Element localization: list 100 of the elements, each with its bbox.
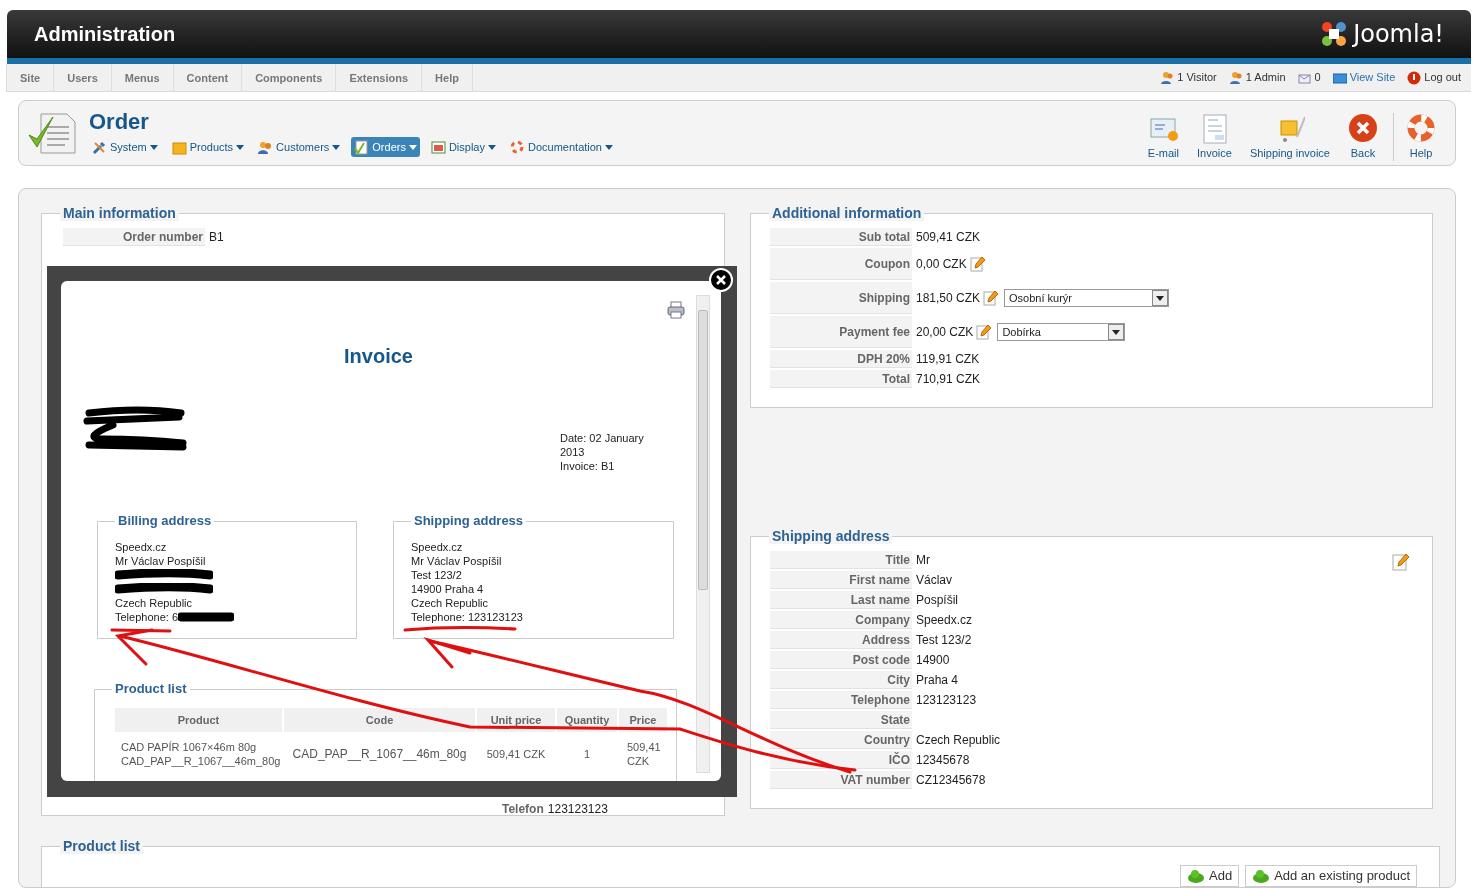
address-line: Telephone: 123123123: [411, 610, 523, 624]
caret-icon: [149, 144, 158, 150]
dropdown[interactable]: Osobní kurýr: [1004, 289, 1170, 307]
fieldset-title: Main information: [60, 205, 179, 221]
field-value: 181,50 CZK: [916, 290, 981, 307]
caret-icon: [488, 144, 496, 150]
invoice-detail: Date: 02 January 2013: [560, 431, 645, 459]
menu-item[interactable]: Content: [172, 64, 243, 92]
column-header: Price: [619, 708, 667, 732]
menu-item[interactable]: Help: [421, 64, 473, 92]
close-icon[interactable]: [716, 275, 726, 285]
field-value: 123123123: [916, 692, 977, 709]
cloud-icon: [1187, 869, 1205, 883]
field-label: Address: [770, 631, 912, 649]
field-value: Test 123/2: [916, 632, 972, 649]
address-line: Speedx.cz: [411, 540, 463, 554]
print-icon[interactable]: [667, 301, 685, 319]
field-value: CZ12345678: [916, 772, 986, 789]
status-text: 0: [1314, 70, 1321, 86]
menu-item[interactable]: Users: [53, 64, 112, 92]
field-label: Post code: [770, 651, 912, 669]
field-label: Payment fee: [770, 316, 912, 348]
lifebuoy-icon: [510, 139, 525, 155]
address-line: 14900 Praha 4: [411, 582, 484, 596]
field-value: 14900: [916, 652, 950, 669]
address-line: Telephone: 6: [115, 610, 178, 624]
submenu-tab[interactable]: Orders: [351, 137, 420, 157]
people-icon: [1228, 70, 1243, 85]
scrollbar[interactable]: [696, 295, 710, 773]
fieldset-title: Shipping address: [411, 513, 527, 529]
fieldset-title: Additional information: [769, 205, 925, 221]
monitor-icon: [1332, 70, 1347, 85]
status-link[interactable]: View Site: [1349, 69, 1396, 86]
status-link[interactable]: Log out: [1424, 69, 1461, 86]
menu-item[interactable]: Extensions: [335, 64, 423, 92]
field-value: 123123123: [547, 801, 608, 818]
submenu-tab[interactable]: Documentation: [507, 137, 616, 157]
address-line: Czech Republic: [115, 596, 193, 610]
menu-item[interactable]: Site: [6, 64, 55, 92]
field-value: 20,00 CZK: [916, 324, 974, 341]
caret-icon: [1152, 290, 1169, 306]
menu-item[interactable]: Components: [241, 64, 337, 92]
page-title: Order: [89, 109, 150, 135]
address-line: Czech Republic: [411, 596, 489, 610]
field-label: Company: [770, 611, 912, 629]
dropdown[interactable]: Dobírka: [997, 323, 1126, 341]
address-line: Test 123/2: [411, 568, 462, 582]
add-button[interactable]: Add an existing product: [1245, 865, 1417, 887]
invoice-detail: Invoice: B1: [560, 459, 616, 473]
toolbar-button[interactable]: Invoice: [1188, 112, 1241, 161]
cloud-icon: [1252, 869, 1271, 883]
column-header: Code: [284, 708, 475, 732]
edit-pencil-icon[interactable]: [976, 324, 993, 340]
header-title: Administration: [34, 22, 176, 47]
field-label: First name: [770, 571, 912, 589]
field-label: Coupon: [770, 248, 912, 280]
menu-item[interactable]: Menus: [110, 64, 174, 92]
field-label: State: [770, 711, 912, 729]
table-cell-text: CAD_PAP__R_1067__46m_80g: [291, 746, 468, 763]
address-line: Mr Václav Pospíšil: [411, 554, 502, 568]
toolbar-button[interactable]: E-mail: [1138, 112, 1188, 161]
caret-icon: [1108, 324, 1125, 340]
edit-pencil-icon[interactable]: [1392, 553, 1410, 571]
field-value: Václav: [916, 572, 953, 589]
field-label: Country: [770, 731, 912, 749]
field-label: Sub total: [770, 228, 912, 246]
submenu-tab[interactable]: Customers: [255, 137, 344, 157]
order-checklist-icon: [27, 111, 79, 155]
field-value: 12345678: [916, 752, 970, 769]
power-icon: [1407, 70, 1422, 85]
field-value: B1: [209, 229, 224, 246]
field-label: Order number: [63, 228, 205, 246]
edit-pencil-icon[interactable]: [969, 256, 986, 272]
people-icon: [258, 139, 274, 155]
add-button[interactable]: Add: [1180, 865, 1240, 887]
close-button[interactable]: [709, 268, 733, 292]
cancel-icon: [1348, 112, 1378, 145]
submenu-tab[interactable]: System: [89, 137, 161, 157]
toolbar-button[interactable]: Help: [1393, 112, 1445, 161]
toolbar-button[interactable]: Shipping invoice: [1240, 112, 1339, 161]
field-value: Praha 4: [916, 672, 959, 689]
submenu-tab[interactable]: Products: [168, 137, 248, 157]
column-header: Product: [115, 708, 282, 732]
edit-pencil-icon[interactable]: [983, 290, 1000, 306]
field-label: Shipping: [770, 282, 912, 314]
table-cell-text: 509,41 CZK: [485, 746, 547, 762]
field-value: Mr: [916, 552, 930, 569]
field-value: 119,91 CZK: [916, 351, 980, 368]
window-icon: [430, 139, 446, 155]
submenu-tab[interactable]: Display: [427, 137, 499, 157]
field-value: Czech Republic: [916, 732, 1001, 749]
caret-icon: [605, 144, 613, 150]
folder-icon: [171, 139, 187, 155]
field-value: 0,00 CZK: [916, 256, 967, 273]
status-text: 1 Admin: [1245, 70, 1286, 86]
table-cell-text: CAD PAPÍR 1067×46m 80g CAD_PAP__R_1067__46m_80g: [120, 740, 282, 769]
field-label: City: [770, 671, 912, 689]
fieldset-title: Shipping address: [769, 528, 893, 544]
fieldset-title: Product list: [60, 838, 143, 854]
toolbar-button[interactable]: Back: [1339, 112, 1387, 161]
